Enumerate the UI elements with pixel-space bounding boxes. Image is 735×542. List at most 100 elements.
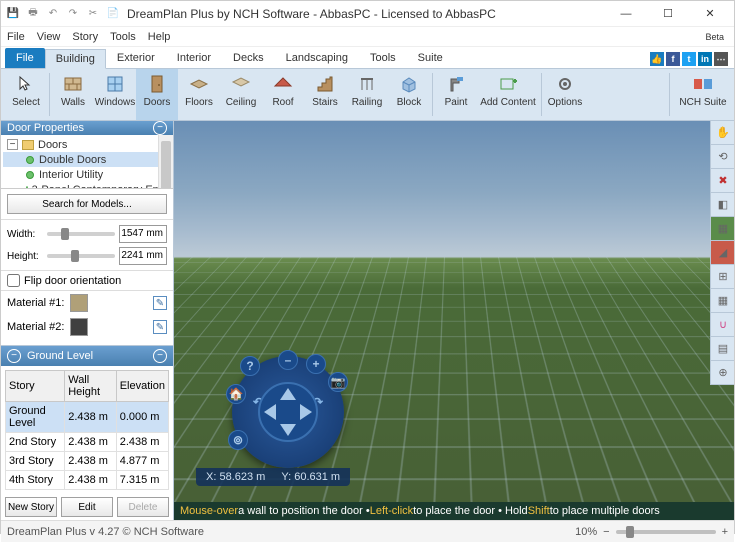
share-icon[interactable]: ⋯: [714, 52, 728, 66]
edit-story-button[interactable]: Edit: [61, 497, 113, 517]
edit-material1-icon[interactable]: ✎: [153, 296, 167, 310]
ribbon-railing[interactable]: Railing: [346, 69, 388, 120]
tree-scrollbar[interactable]: [158, 135, 173, 188]
table-row[interactable]: 4th Story2.438 m7.315 m: [6, 471, 169, 490]
new-story-button[interactable]: New Story: [5, 497, 57, 517]
home-icon[interactable]: 🏠: [226, 384, 246, 404]
door-tree[interactable]: −Doors Double Doors Interior Utility 3-P…: [1, 135, 173, 189]
width-value[interactable]: 1547 mm: [119, 225, 167, 243]
twitter-icon[interactable]: t: [682, 52, 696, 66]
help-icon[interactable]: ?: [240, 356, 260, 376]
collapse-icon[interactable]: −: [7, 349, 21, 363]
tree-item[interactable]: 3-Panel Contemporary Entry: [3, 182, 171, 189]
redo-icon[interactable]: ↷: [65, 6, 81, 22]
cut-icon[interactable]: ✂: [85, 6, 101, 22]
collapse-icon[interactable]: −: [153, 349, 167, 363]
edit-material2-icon[interactable]: ✎: [153, 320, 167, 334]
minus-icon[interactable]: –: [278, 350, 298, 370]
zoom-slider[interactable]: [616, 530, 716, 534]
material1-swatch[interactable]: [70, 294, 88, 312]
plus-icon[interactable]: +: [306, 354, 326, 374]
camera-icon[interactable]: 📷: [328, 372, 348, 392]
tree-item[interactable]: Double Doors: [3, 152, 171, 167]
tab-decks[interactable]: Decks: [222, 48, 275, 68]
table-row[interactable]: 3rd Story2.438 m4.877 m: [6, 452, 169, 471]
height-value[interactable]: 2241 mm: [119, 247, 167, 265]
print-icon[interactable]: 🖶: [25, 6, 41, 22]
ribbon-select[interactable]: Select: [5, 69, 47, 120]
material2-swatch[interactable]: [70, 318, 88, 336]
tree-item[interactable]: Interior Utility: [3, 167, 171, 182]
magnet-icon[interactable]: ∪: [711, 313, 734, 337]
door-properties-header: Door Properties −: [1, 121, 173, 135]
tree-root[interactable]: −Doors: [3, 137, 171, 152]
ribbon-roof[interactable]: Roof: [262, 69, 304, 120]
tab-suite[interactable]: Suite: [407, 48, 454, 68]
undo-icon[interactable]: ↶: [45, 6, 61, 22]
tab-building[interactable]: Building: [45, 49, 106, 69]
close-button[interactable]: ✕: [690, 3, 730, 25]
navigation-pad[interactable]: ? – + 📷 🏠 ⊚ ↶ ↷: [232, 356, 344, 468]
viewport-3d[interactable]: ✋ ⟲ ✖ ◧ ▦ ◢ ⊞ ▦ ∪ ▤ ⊕ ? – + 📷 🏠 ⊚ ↶ ↷: [174, 121, 734, 520]
ribbon-options[interactable]: Options: [544, 69, 586, 120]
tool-icon[interactable]: ▤: [711, 337, 734, 361]
ribbon-block[interactable]: Block: [388, 69, 430, 120]
menu-view[interactable]: View: [37, 31, 61, 43]
facebook-icon[interactable]: f: [666, 52, 680, 66]
save-icon[interactable]: 💾: [5, 6, 21, 22]
viewport-tools: ✋ ⟲ ✖ ◧ ▦ ◢ ⊞ ▦ ∪ ▤ ⊕: [710, 121, 734, 385]
table-row[interactable]: Ground Level2.438 m0.000 m: [6, 402, 169, 433]
ribbon-nch-suite[interactable]: NCH Suite: [672, 69, 734, 120]
minimize-button[interactable]: —: [606, 3, 646, 25]
nch-icon: [692, 73, 714, 95]
delete-story-button[interactable]: Delete: [117, 497, 169, 517]
ribbon-add-content[interactable]: Add Content: [477, 69, 539, 120]
pan-up-icon[interactable]: [280, 388, 296, 400]
sidebar: Door Properties − −Doors Double Doors In…: [1, 121, 174, 520]
compass-icon[interactable]: ⊕: [711, 361, 734, 385]
status-text: DreamPlan Plus v 4.27 © NCH Software: [7, 526, 204, 538]
pan-left-icon[interactable]: [264, 404, 276, 420]
wheel-icon[interactable]: ⊚: [228, 430, 248, 450]
height-label: Height:: [7, 251, 43, 262]
ribbon-ceiling[interactable]: Ceiling: [220, 69, 262, 120]
tool-icon[interactable]: ⊞: [711, 265, 734, 289]
ribbon-walls[interactable]: Walls: [52, 69, 94, 120]
tab-exterior[interactable]: Exterior: [106, 48, 166, 68]
menu-story[interactable]: Story: [72, 31, 98, 43]
collapse-icon[interactable]: −: [153, 121, 167, 135]
menu-tools[interactable]: Tools: [110, 31, 136, 43]
table-row[interactable]: 2nd Story2.438 m2.438 m: [6, 433, 169, 452]
height-slider[interactable]: [47, 254, 115, 258]
tab-interior[interactable]: Interior: [166, 48, 222, 68]
linkedin-icon[interactable]: in: [698, 52, 712, 66]
tabbar: File Building Exterior Interior Decks La…: [1, 47, 734, 69]
ribbon-stairs[interactable]: Stairs: [304, 69, 346, 120]
pan-down-icon[interactable]: [280, 424, 296, 436]
ribbon-doors[interactable]: Doors: [136, 69, 178, 120]
menu-help[interactable]: Help: [148, 31, 171, 43]
tool-icon[interactable]: ▦: [711, 289, 734, 313]
rotate-icon[interactable]: ⟲: [711, 145, 734, 169]
search-models-button[interactable]: Search for Models...: [7, 194, 167, 214]
hand-icon[interactable]: ✋: [711, 121, 734, 145]
tool-icon[interactable]: ◢: [711, 241, 734, 265]
tab-tools[interactable]: Tools: [359, 48, 407, 68]
ribbon-windows[interactable]: Windows: [94, 69, 136, 120]
menu-file[interactable]: File: [7, 31, 25, 43]
thumbs-icon[interactable]: 👍: [650, 52, 664, 66]
zoom-out-icon[interactable]: −: [603, 526, 609, 538]
pan-right-icon[interactable]: [300, 404, 312, 420]
delete-icon[interactable]: ✖: [711, 169, 734, 193]
maximize-button[interactable]: ☐: [648, 3, 688, 25]
tool-icon[interactable]: ▦: [711, 217, 734, 241]
zoom-in-icon[interactable]: +: [722, 526, 728, 538]
tab-landscaping[interactable]: Landscaping: [275, 48, 359, 68]
new-doc-icon[interactable]: 📄: [105, 6, 121, 22]
width-slider[interactable]: [47, 232, 115, 236]
ribbon-paint[interactable]: Paint: [435, 69, 477, 120]
ribbon-floors[interactable]: Floors: [178, 69, 220, 120]
flip-checkbox[interactable]: [7, 274, 20, 287]
tab-file[interactable]: File: [5, 48, 45, 68]
tool-icon[interactable]: ◧: [711, 193, 734, 217]
